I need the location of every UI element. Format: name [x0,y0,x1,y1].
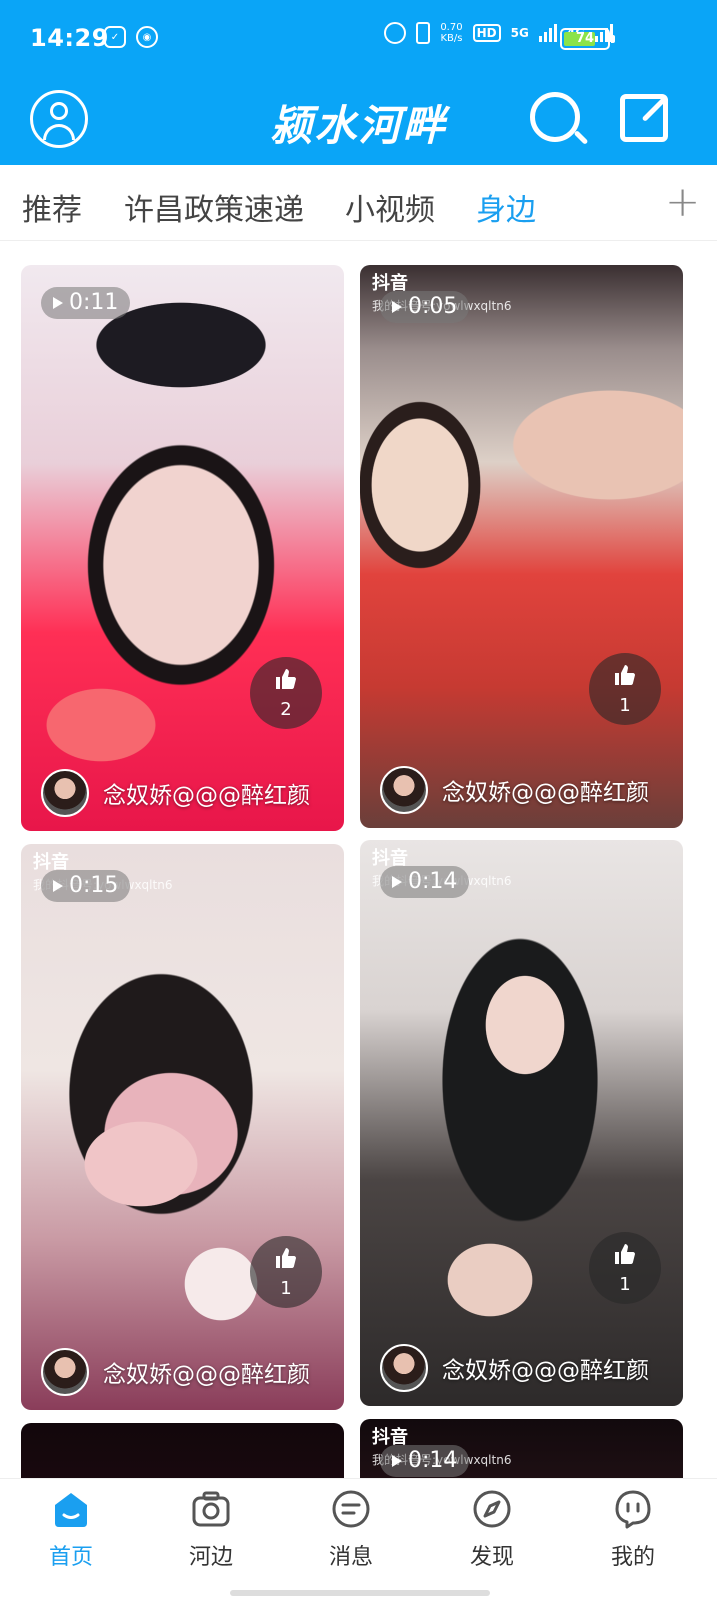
like-count: 1 [619,695,631,716]
signal-icon [538,24,557,42]
like-button[interactable]: 1 [589,653,661,725]
author-name: 念奴娇@@@醉红颜 [442,780,649,806]
nav-profile-label: 我的 [610,1545,655,1570]
app-root: 14:29 ✓ ◉ 0.70 KB/s HD 5G 4G 74 颍水河畔 [0,0,717,1600]
add-tab-icon[interactable]: + [665,177,700,226]
network-speed-unit: KB/s [440,33,463,44]
notification-icon: ✓ [104,26,126,48]
compose-icon[interactable] [620,94,668,142]
author-name: 念奴娇@@@醉红颜 [103,783,310,809]
nav-messages-label: 消息 [328,1545,373,1570]
video-card[interactable]: 抖音 我的抖音号:yowlwxqltn6 0:05 1 念奴娇@@@醉红颜 [360,265,683,828]
video-duration: 0:05 [380,291,470,323]
status-app-icons: ✓ ◉ [104,26,158,48]
nav-home-label: 首页 [48,1545,93,1570]
author-info[interactable]: 念奴娇@@@醉红颜 [41,1348,310,1396]
video-thumbnail [360,265,683,828]
author-name: 念奴娇@@@醉红颜 [103,1362,310,1388]
author-name: 念奴娇@@@醉红颜 [442,1358,649,1384]
message-icon [331,1489,371,1529]
vibrate-icon [416,22,431,44]
video-card[interactable]: 抖音 我的抖音号:yowlwxqltn6 0:15 1 念奴娇@@@醉红颜 [21,844,344,1410]
author-avatar [380,1344,428,1392]
video-duration: 0:15 [41,870,131,902]
like-button[interactable]: 1 [589,1232,661,1304]
author-info[interactable]: 念奴娇@@@醉红颜 [380,1344,649,1392]
video-thumbnail [21,265,344,831]
app-title: 颍水河畔 [270,101,447,150]
nav-riverside[interactable]: 河边 [161,1489,261,1571]
channel-tabs: 推荐 许昌政策速递 小视频 身边 + [0,165,717,241]
nav-discover-label: 发现 [469,1545,514,1570]
video-card[interactable]: 抖音 我的抖音号:yowlwxqltn6 0:14 1 念奴娇@@@醉红颜 [360,840,683,1406]
video-thumbnail [21,844,344,1410]
camera-icon [191,1489,231,1529]
author-info[interactable]: 念奴娇@@@醉红颜 [380,766,649,814]
alarm-icon [384,22,407,44]
signal-5g-label: 5G [510,26,529,40]
thumbs-up-icon [276,669,296,689]
search-icon[interactable] [530,92,580,142]
home-indicator[interactable] [230,1590,490,1596]
video-duration: 0:14 [380,1445,470,1477]
notification-icon: ◉ [136,26,158,48]
network-speed: 0.70 KB/s [440,22,462,44]
author-info[interactable]: 念奴娇@@@醉红颜 [41,769,310,817]
author-avatar [380,766,428,814]
nav-messages[interactable]: 消息 [301,1489,401,1571]
status-bar: 14:29 ✓ ◉ 0.70 KB/s HD 5G 4G 74 [0,0,717,80]
home-icon [51,1489,91,1529]
tab-policy[interactable]: 许昌政策速递 [124,185,304,229]
video-feed: 0:11 2 念奴娇@@@醉红颜 抖音 我的抖音号:yowlwxqltn6 0:… [0,242,717,1478]
nav-profile[interactable]: 我的 [583,1489,683,1571]
video-duration: 0:14 [380,866,470,898]
video-thumbnail [360,840,683,1406]
like-count: 2 [280,699,292,720]
like-count: 1 [280,1278,292,1299]
tab-short-video[interactable]: 小视频 [345,185,435,229]
battery-level: 74 [575,31,595,46]
battery-tip [611,35,615,43]
app-header: 颍水河畔 [0,80,717,165]
nav-riverside-label: 河边 [188,1545,233,1570]
network-speed-value: 0.70 [440,22,463,33]
nav-home[interactable]: 首页 [21,1489,121,1571]
video-thumbnail [21,1423,344,1478]
video-card[interactable] [21,1423,344,1478]
video-card[interactable]: 0:11 2 念奴娇@@@醉红颜 [21,265,344,831]
thumbs-up-icon [615,1244,635,1264]
author-avatar [41,1348,89,1396]
hd-voice-icon: HD [472,24,501,42]
compass-icon [472,1489,512,1529]
bottom-nav: 首页 河边 消息 发现 我的 [0,1478,717,1600]
like-count: 1 [619,1274,631,1295]
profile-icon [613,1489,653,1529]
nav-discover[interactable]: 发现 [442,1489,542,1571]
video-card[interactable]: 抖音 我的抖音号:yowlwxqltn6 0:14 [360,1419,683,1478]
tab-nearby[interactable]: 身边 [476,185,536,229]
thumbs-up-icon [615,665,635,685]
thumbs-up-icon [276,1248,296,1268]
like-button[interactable]: 1 [250,1236,322,1308]
tab-recommend[interactable]: 推荐 [22,185,82,229]
video-duration: 0:11 [41,287,131,319]
like-button[interactable]: 2 [250,657,322,729]
battery-icon: 74 [560,28,610,50]
status-time: 14:29 [30,24,109,52]
author-avatar [41,769,89,817]
